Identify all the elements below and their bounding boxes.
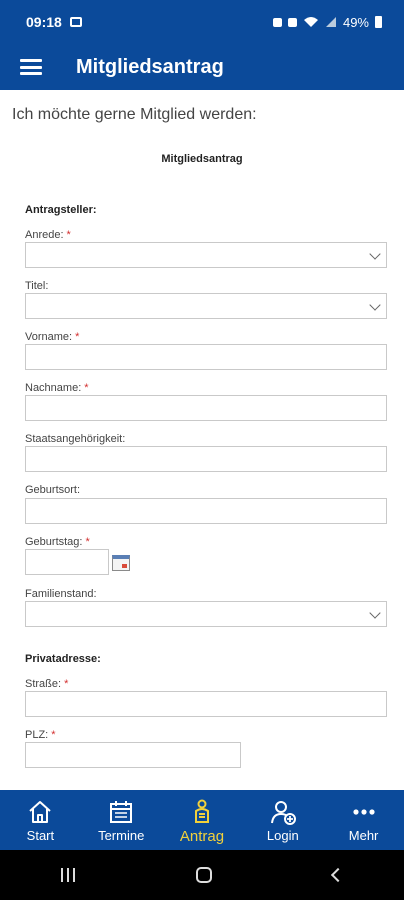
anrede-select[interactable] xyxy=(25,242,387,268)
calendar-icon xyxy=(110,801,133,823)
nachname-input[interactable] xyxy=(25,395,387,421)
required-mark: * xyxy=(66,229,71,241)
familienstand-select[interactable] xyxy=(25,601,387,627)
geburtstag-input[interactable] xyxy=(25,549,109,575)
status-bar: 09:18 49% xyxy=(0,0,404,44)
label-strasse: Straße: * xyxy=(25,678,69,690)
form-title: Mitgliedsantrag xyxy=(161,153,243,165)
strasse-input[interactable] xyxy=(25,691,387,717)
vorname-input[interactable] xyxy=(25,344,387,370)
section-applicant: Antragsteller: xyxy=(25,204,97,216)
wifi-icon xyxy=(303,17,318,27)
calendar-picker-icon[interactable] xyxy=(112,555,130,571)
bottom-navigation: Start Termine Antrag Login Mehr xyxy=(0,790,404,850)
required-mark: * xyxy=(85,536,90,548)
notification-icon xyxy=(272,17,282,27)
label-titel: Titel: xyxy=(25,280,49,292)
label-vorname: Vorname: * xyxy=(25,331,80,343)
nav-label: Mehr xyxy=(348,828,379,843)
app-bar: Mitgliedsantrag xyxy=(0,44,404,90)
alarm-icon xyxy=(287,17,297,27)
application-icon xyxy=(194,799,209,823)
label-geburtstag: Geburtstag: * xyxy=(25,536,90,548)
battery-text: 49% xyxy=(342,14,369,30)
home-icon xyxy=(29,801,52,823)
battery-icon xyxy=(375,16,382,28)
page-title: Mitgliedsantrag xyxy=(76,55,224,78)
nav-label: Termine xyxy=(98,828,145,843)
label-geburtsort: Geburtsort: xyxy=(25,484,81,496)
label-anrede: Anrede: * xyxy=(25,229,71,241)
chevron-down-icon xyxy=(369,248,381,260)
signal-icon xyxy=(325,17,336,27)
label-staatsangehoerigkeit: Staatsangehörigkeit: xyxy=(25,433,126,445)
label-familienstand: Familienstand: xyxy=(25,588,97,600)
back-icon[interactable] xyxy=(331,867,346,883)
nav-start[interactable]: Start xyxy=(0,790,81,850)
label-nachname: Nachname: * xyxy=(25,382,89,394)
status-time: 09:18 xyxy=(26,14,62,30)
section-address: Privatadresse: xyxy=(25,653,101,665)
user-add-icon xyxy=(270,801,296,825)
nav-antrag[interactable]: Antrag xyxy=(162,790,243,850)
recents-icon[interactable] xyxy=(60,868,75,882)
staatsangehoerigkeit-input[interactable] xyxy=(25,446,387,472)
titel-select[interactable] xyxy=(25,293,387,319)
more-icon xyxy=(352,809,375,815)
form-content[interactable]: Ich möchte gerne Mitglied werden: Mitgli… xyxy=(0,90,404,790)
nav-mehr[interactable]: Mehr xyxy=(323,790,404,850)
required-mark: * xyxy=(51,729,56,741)
chevron-down-icon xyxy=(369,607,381,619)
nav-label: Start xyxy=(26,828,55,843)
nav-login[interactable]: Login xyxy=(242,790,323,850)
system-navigation xyxy=(0,850,404,900)
label-plz: PLZ: * xyxy=(25,729,56,741)
image-icon xyxy=(69,17,82,27)
geburtsort-input[interactable] xyxy=(25,498,387,524)
plz-input[interactable] xyxy=(25,742,241,768)
nav-label: Login xyxy=(266,828,299,843)
required-mark: * xyxy=(64,678,69,690)
nav-label: Antrag xyxy=(179,828,225,845)
intro-text: Ich möchte gerne Mitglied werden: xyxy=(12,106,257,123)
required-mark: * xyxy=(84,382,89,394)
home-button-icon[interactable] xyxy=(195,867,212,883)
chevron-down-icon xyxy=(369,299,381,311)
nav-termine[interactable]: Termine xyxy=(81,790,162,850)
menu-icon[interactable] xyxy=(20,59,42,75)
required-mark: * xyxy=(75,331,80,343)
status-icons: 49% xyxy=(272,14,382,30)
